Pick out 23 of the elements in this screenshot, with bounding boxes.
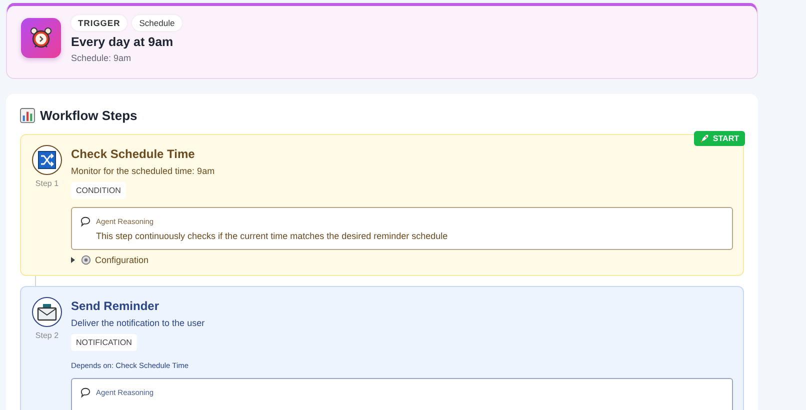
reasoning-text: This step continuously checks if the current time matches the desired reminder schedule (96, 231, 449, 241)
trigger-subtitle: Schedule: 9am (71, 53, 132, 63)
trigger-title: Every day at 9am (71, 35, 174, 49)
step-type-tag: NOTIFICATION (71, 334, 137, 351)
step-description: Deliver the notification to the user (71, 318, 205, 328)
section-heading: Workflow Steps (40, 108, 138, 123)
step-title: Send Reminder (71, 299, 160, 313)
step-title: Check Schedule Time (71, 147, 195, 161)
alarm-clock-icon (21, 18, 61, 58)
configuration-toggle[interactable]: Configuration (71, 255, 149, 265)
bar-chart-icon (20, 108, 35, 123)
type-tag: Schedule (132, 15, 182, 31)
gear-icon (81, 255, 91, 265)
step-label: Step 1 (35, 179, 59, 188)
start-badge: START (694, 131, 745, 146)
shuffle-icon (38, 151, 56, 169)
step-description: Monitor for the scheduled time: 9am (71, 166, 215, 176)
step-type-tag: CONDITION (71, 182, 126, 199)
speech-bubble-icon (80, 387, 91, 398)
step-label: Step 2 (35, 331, 59, 340)
envelope-tray-icon (37, 303, 57, 321)
speech-bubble-icon (80, 216, 91, 227)
trigger-badge: TRIGGER (71, 15, 128, 31)
